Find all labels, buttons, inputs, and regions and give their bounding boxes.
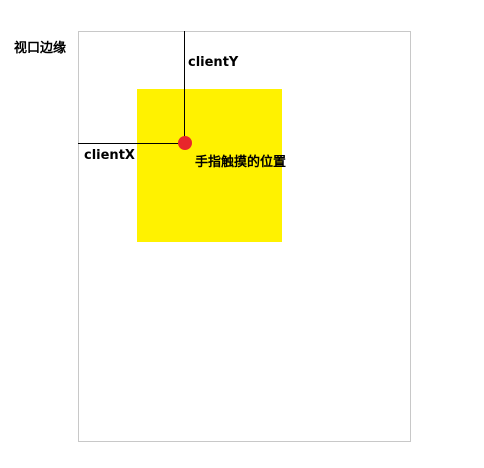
client-x-label: clientX: [84, 148, 135, 163]
viewport-edge-label: 视口边缘: [14, 41, 67, 56]
touch-position-label: 手指触摸的位置: [195, 155, 287, 170]
touch-point-dot: [178, 136, 192, 150]
client-y-label: clientY: [188, 55, 239, 70]
client-x-guide-line: [78, 143, 185, 144]
client-coordinates-diagram: 视口边缘 clientY clientX 手指触摸的位置: [0, 0, 484, 468]
client-y-guide-line: [184, 31, 185, 143]
